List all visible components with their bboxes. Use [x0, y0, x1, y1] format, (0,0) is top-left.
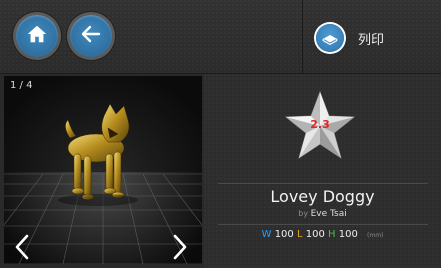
model-dimensions: W 100 L 100 H 100 (mm)	[204, 229, 441, 240]
top-toolbar: 列印	[0, 0, 441, 73]
print-label: 列印	[358, 32, 385, 48]
print-icon	[316, 24, 344, 52]
width-label: W	[261, 229, 272, 240]
length-label: L	[296, 229, 303, 240]
home-button[interactable]	[16, 15, 58, 57]
page-indicator: 1 / 4	[10, 80, 33, 91]
home-icon	[26, 23, 48, 49]
print-button[interactable]: 列印	[316, 24, 384, 52]
rating-value: 2.3	[310, 118, 330, 131]
toolbar-divider	[302, 0, 303, 73]
star-icon	[284, 90, 356, 166]
rating-badge: 2.3	[284, 90, 356, 162]
chevron-left-icon	[12, 234, 32, 264]
height-label: H	[328, 229, 336, 240]
prev-model-button[interactable]	[12, 234, 34, 262]
model-name: Lovey Doggy	[270, 187, 375, 206]
model-info-panel: 2.3 Lovey Doggy by Eve Tsai W 100 L 100 …	[204, 74, 441, 268]
author-name: Eve Tsai	[310, 209, 347, 219]
length-value: 100	[305, 229, 325, 240]
author-line: by Eve Tsai	[204, 209, 441, 219]
back-button[interactable]	[70, 15, 112, 57]
next-model-button[interactable]	[170, 234, 192, 262]
arrow-left-icon	[79, 22, 103, 50]
model-viewer[interactable]: 1 / 4	[4, 76, 202, 264]
height-value: 100	[338, 229, 358, 240]
by-label: by	[298, 209, 309, 218]
chevron-right-icon	[170, 234, 190, 264]
unit-label: (mm)	[367, 232, 384, 239]
width-value: 100	[274, 229, 294, 240]
divider	[218, 183, 428, 184]
divider	[218, 224, 428, 225]
